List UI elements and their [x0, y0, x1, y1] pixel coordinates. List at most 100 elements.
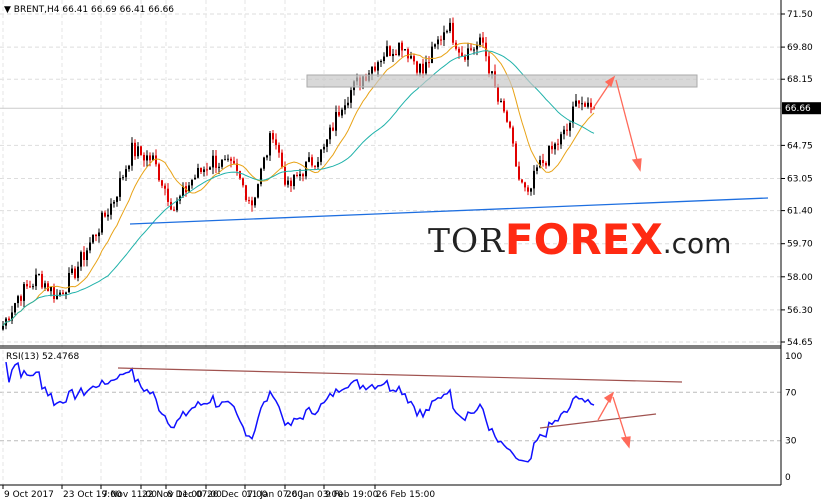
candle: [233, 156, 235, 165]
candle: [560, 131, 562, 149]
candle-body: [62, 292, 64, 295]
candle-body: [68, 272, 70, 293]
candle: [245, 184, 247, 202]
candle: [374, 62, 376, 73]
candle-body: [311, 157, 313, 166]
candle: [197, 163, 199, 179]
time-label: 9 Feb 19:00: [325, 490, 379, 500]
candle-body: [548, 145, 550, 166]
candle-body: [395, 53, 397, 56]
price-tick-label: 59.70: [787, 240, 813, 250]
candle: [140, 145, 142, 156]
candle: [26, 279, 28, 290]
candle-body: [587, 102, 589, 107]
candle: [209, 166, 211, 170]
candle-body: [491, 71, 493, 74]
candle: [302, 172, 304, 182]
candle-body: [419, 63, 421, 73]
candle-body: [272, 133, 274, 140]
candle: [161, 179, 163, 189]
candle-body: [371, 66, 373, 74]
candle: [452, 17, 454, 46]
candle-body: [203, 169, 205, 172]
candle: [143, 152, 145, 167]
candle: [590, 98, 592, 114]
candle: [14, 302, 16, 316]
symbol-label: BRENT,H4: [13, 5, 60, 15]
resistance-zone[interactable]: [306, 74, 698, 88]
candle: [482, 31, 484, 48]
candle: [542, 153, 544, 167]
candle-body: [332, 127, 334, 131]
candle-body: [431, 46, 433, 64]
price-tick-label: 54.65: [787, 338, 813, 348]
candle-body: [77, 266, 79, 278]
candle-body: [104, 212, 106, 217]
candle: [8, 316, 10, 321]
candle: [134, 139, 136, 160]
candle: [38, 273, 40, 276]
candle-body: [17, 296, 19, 304]
candle-body: [509, 121, 511, 128]
candle-body: [101, 212, 103, 233]
candle-body: [53, 286, 55, 300]
candle: [536, 164, 538, 175]
candle: [167, 183, 169, 207]
candle-body: [38, 274, 40, 276]
candle-body: [467, 48, 469, 60]
candle-body: [524, 182, 526, 188]
candle: [569, 120, 571, 137]
candle: [401, 40, 403, 58]
candle-body: [158, 164, 160, 181]
candle-body: [569, 123, 571, 131]
candle-body: [83, 252, 85, 260]
candle-body: [428, 62, 430, 64]
candle: [395, 49, 397, 56]
candle-body: [434, 44, 436, 47]
candle: [404, 48, 406, 51]
candle-body: [215, 155, 217, 168]
candle: [254, 196, 256, 208]
candle-body: [347, 102, 349, 106]
candle-body: [575, 100, 577, 107]
candle: [89, 237, 91, 254]
candle-body: [317, 161, 319, 167]
candle: [572, 101, 574, 128]
candle: [554, 142, 556, 155]
candle: [29, 280, 31, 288]
candle-body: [194, 177, 196, 180]
candle: [548, 145, 550, 167]
candle-body: [341, 109, 343, 116]
candle-body: [257, 184, 259, 198]
candle-body: [221, 159, 223, 167]
candle-body: [449, 22, 451, 32]
candle-body: [218, 166, 220, 168]
candle: [296, 172, 298, 178]
candle: [506, 109, 508, 123]
candle-body: [374, 66, 376, 71]
candle-body: [284, 166, 286, 185]
time-label: 26 Feb 15:00: [376, 490, 435, 500]
candle-body: [476, 45, 478, 50]
candle-body: [566, 129, 568, 131]
candle: [224, 155, 226, 161]
candle-body: [437, 39, 439, 45]
candle: [575, 93, 577, 107]
candle-body: [416, 61, 418, 73]
candle-body: [470, 48, 472, 50]
candle: [545, 161, 547, 169]
candle-body: [584, 103, 586, 107]
candle-body: [149, 155, 151, 161]
triangle-down-icon[interactable]: ▼: [4, 5, 11, 15]
candle-body: [155, 155, 157, 165]
price-tick-label: 69.80: [787, 43, 813, 53]
candle: [80, 250, 82, 271]
candle-body: [8, 318, 10, 321]
candle: [398, 42, 400, 57]
rsi-tick-label: 30: [785, 437, 797, 447]
candle: [530, 187, 532, 196]
candle-body: [572, 106, 574, 124]
candle-body: [446, 31, 448, 33]
candle: [578, 99, 580, 108]
candle-body: [482, 37, 484, 43]
